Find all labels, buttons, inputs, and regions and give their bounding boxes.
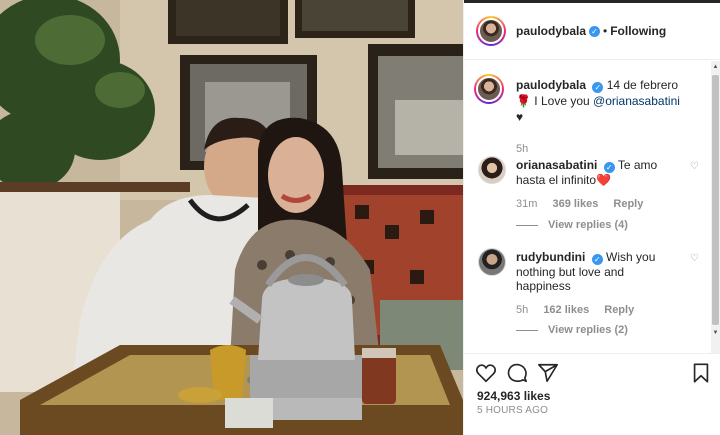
replies-line (516, 329, 538, 331)
author-avatar[interactable] (476, 16, 506, 46)
header-separator: • (603, 24, 608, 38)
scrollbar-thumb[interactable] (712, 75, 719, 325)
author-username[interactable]: paulodybala (516, 24, 586, 38)
commenter-avatar[interactable] (478, 248, 506, 276)
verified-badge-icon: ✓ (592, 82, 604, 93)
comment-time: 31m (516, 198, 538, 210)
caption-body: I Love you (534, 94, 590, 108)
reply-button[interactable]: Reply (604, 304, 634, 316)
caption-mention[interactable]: @orianasabatini (593, 94, 680, 108)
comment-icon[interactable] (506, 362, 528, 384)
caption-date: 14 de febrero (606, 78, 679, 92)
view-replies-label[interactable]: View replies (2) (548, 324, 628, 336)
comment-text: rudybundini ✓ Wish you nothing but love … (516, 250, 681, 317)
post-photo[interactable] (0, 0, 463, 435)
commenter-avatar[interactable] (478, 156, 506, 184)
reply-button[interactable]: Reply (613, 198, 643, 210)
verified-badge-icon: ✓ (591, 254, 603, 265)
scroll-down-arrow-icon[interactable]: ▼ (712, 330, 719, 337)
caption-text: paulodybala ✓ 14 de febrero 🌹 I Love you… (516, 77, 704, 157)
caption-time: 5h (516, 143, 529, 155)
bookmark-icon[interactable] (690, 362, 712, 384)
comment-likes[interactable]: 369 likes (552, 198, 598, 210)
comment-username[interactable]: orianasabatini (516, 158, 597, 172)
comments-section[interactable]: paulodybala ✓ 14 de febrero 🌹 I Love you… (464, 61, 720, 353)
comment-likes[interactable]: 162 likes (543, 304, 589, 316)
caption-avatar[interactable] (474, 74, 504, 104)
post-header: paulodybala ✓ • Following (464, 3, 720, 60)
view-replies-button[interactable]: View replies (2) (516, 324, 628, 336)
caption-username[interactable]: paulodybala (516, 78, 586, 92)
likes-count[interactable]: 924,963 likes (477, 389, 550, 403)
share-icon[interactable] (537, 362, 559, 384)
rose-emoji: 🌹 (516, 94, 531, 108)
post-details-panel: paulodybala ✓ • Following paulodybala ✓ … (463, 0, 720, 435)
photo-illustration (0, 0, 463, 435)
view-replies-button[interactable]: View replies (4) (516, 219, 628, 231)
black-heart-emoji: ♥ (516, 110, 524, 124)
comment-like-heart-icon[interactable]: ♡ (690, 254, 700, 264)
verified-badge-icon: ✓ (603, 162, 615, 173)
following-button[interactable]: Following (610, 24, 666, 38)
verified-badge-icon: ✓ (589, 25, 601, 37)
red-heart-emoji: ❤️ (596, 173, 612, 187)
comment-text: orianasabatini ✓ Te amo hasta el infinit… (516, 158, 681, 211)
heart-icon[interactable] (475, 362, 497, 384)
comment-like-heart-icon[interactable]: ♡ (690, 162, 700, 172)
scroll-up-arrow-icon[interactable]: ▲ (712, 64, 719, 71)
comment-time: 5h (516, 304, 529, 316)
post-actions: 924,963 likes 5 HOURS AGO (464, 353, 720, 435)
replies-line (516, 224, 538, 226)
view-replies-label[interactable]: View replies (4) (548, 219, 628, 231)
post-timestamp[interactable]: 5 HOURS AGO (477, 405, 548, 416)
comment-username[interactable]: rudybundini (516, 250, 585, 264)
